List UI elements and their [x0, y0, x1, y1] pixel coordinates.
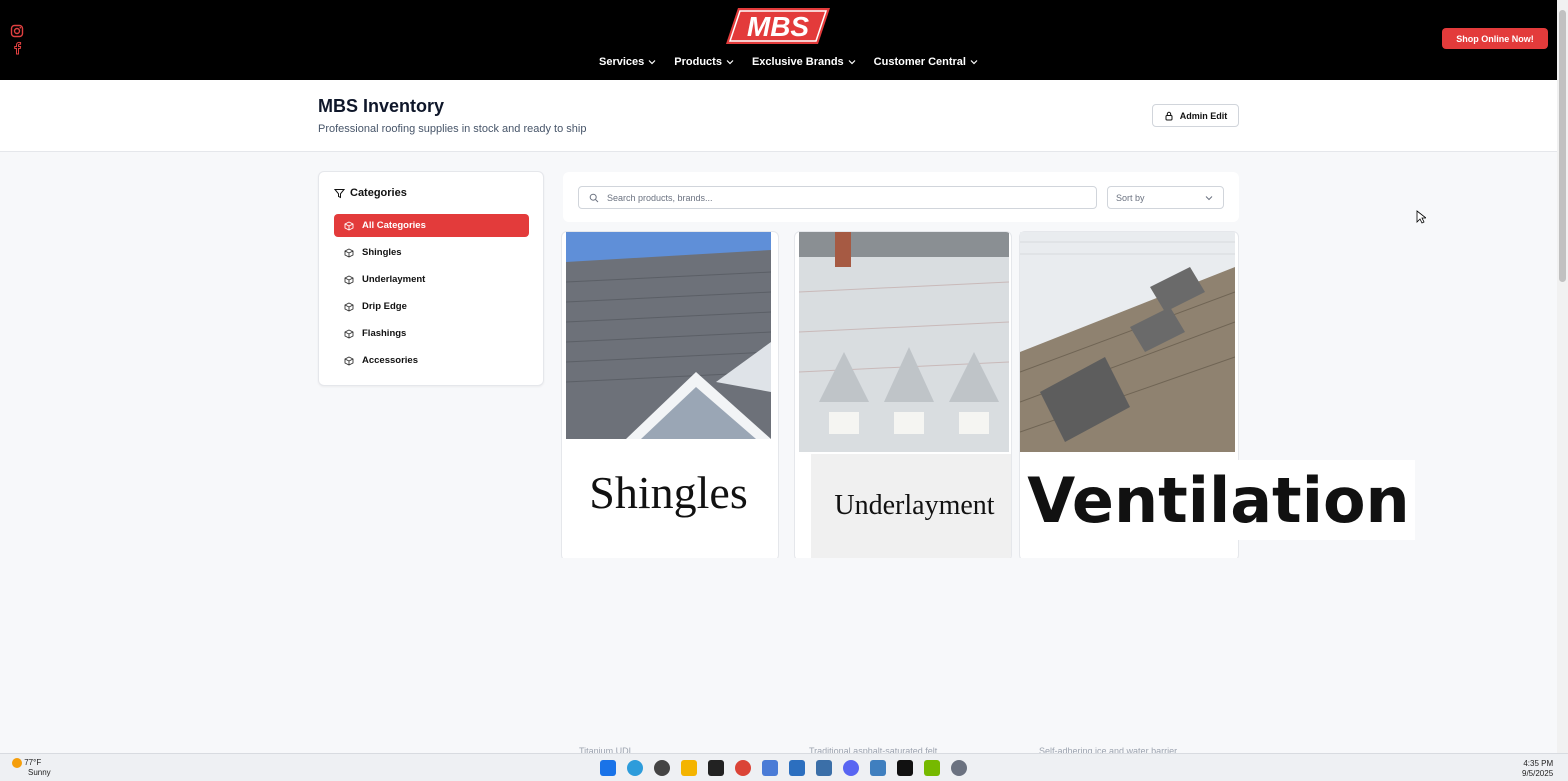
category-underlayment[interactable]: Underlayment	[334, 268, 529, 291]
overlay-label-underlayment: Underlayment	[811, 454, 1011, 558]
chevron-down-icon	[848, 60, 856, 65]
category-all[interactable]: All Categories	[334, 214, 529, 237]
admin-edit-button[interactable]: Admin Edit	[1152, 104, 1239, 127]
system-clock[interactable]: 4:35 PM 9/5/2025	[1522, 759, 1553, 779]
discord-icon[interactable]	[843, 760, 859, 776]
weather-widget[interactable]: 77°F Sunny	[12, 758, 51, 778]
settings-icon[interactable]	[951, 760, 967, 776]
overlay-label-ventilation: Ventilation	[1022, 460, 1415, 540]
instagram-icon[interactable]	[10, 24, 24, 38]
product-card[interactable]: Underlayment	[794, 231, 1012, 561]
ventilation-roof-photo	[1020, 232, 1235, 452]
package-icon	[344, 274, 354, 285]
app-icon[interactable]	[654, 760, 670, 776]
edge-browser-icon[interactable]	[627, 760, 643, 776]
terminal-icon[interactable]	[708, 760, 724, 776]
category-flashings[interactable]: Flashings	[334, 322, 529, 345]
page-header: MBS Inventory Professional roofing suppl…	[0, 80, 1557, 152]
package-icon	[344, 328, 354, 339]
overlay-label-shingles: Shingles	[566, 448, 771, 536]
capcut-icon[interactable]	[897, 760, 913, 776]
page-subtitle: Professional roofing supplies in stock a…	[318, 123, 587, 135]
os-taskbar: 77°F Sunny 4:35 PM 9/5/2025	[0, 753, 1568, 781]
nav-customer-central[interactable]: Customer Central	[874, 56, 978, 68]
category-list: All Categories Shingles Underlayment Dri…	[334, 214, 529, 376]
chevron-down-icon	[1205, 195, 1213, 200]
package-icon	[344, 301, 354, 312]
scroll-thumb[interactable]	[1559, 10, 1566, 282]
site-header: MBS Services Products Exclusive Brands C…	[0, 0, 1557, 80]
search-icon	[589, 193, 599, 202]
chevron-down-icon	[648, 60, 656, 65]
mouse-cursor-icon	[1416, 210, 1426, 224]
categories-panel: Categories All Categories Shingles Under…	[318, 171, 544, 386]
page-title: MBS Inventory	[318, 96, 445, 116]
nav-exclusive-brands[interactable]: Exclusive Brands	[752, 56, 856, 68]
package-icon	[344, 220, 354, 231]
search-input[interactable]: Search products, brands...	[578, 186, 1097, 209]
categories-heading: Categories	[334, 187, 407, 199]
photos-icon[interactable]	[870, 760, 886, 776]
product-card[interactable]: Ventilation	[1019, 231, 1415, 561]
sort-select[interactable]: Sort by	[1107, 186, 1224, 209]
chrome-icon[interactable]	[735, 760, 751, 776]
nav-services[interactable]: Services	[599, 56, 656, 68]
mail-icon[interactable]	[762, 760, 778, 776]
chevron-down-icon	[726, 60, 734, 65]
category-accessories[interactable]: Accessories	[334, 349, 529, 372]
main-nav: Services Products Exclusive Brands Custo…	[599, 56, 978, 68]
facebook-icon[interactable]	[10, 41, 24, 55]
mbs-logo[interactable]: MBS	[726, 6, 830, 46]
product-card[interactable]: Shingles	[561, 231, 779, 561]
sun-icon	[12, 758, 22, 768]
file-explorer-icon[interactable]	[681, 760, 697, 776]
filter-icon	[334, 188, 345, 198]
svg-text:MBS: MBS	[747, 11, 810, 42]
loading-overlay	[529, 558, 1335, 748]
category-drip-edge[interactable]: Drip Edge	[334, 295, 529, 318]
package-icon	[344, 247, 354, 258]
shingles-roof-photo	[566, 232, 771, 439]
notepad-icon[interactable]	[789, 760, 805, 776]
chevron-down-icon	[970, 60, 978, 65]
page-scrollbar[interactable]	[1557, 0, 1568, 753]
nvidia-icon[interactable]	[924, 760, 940, 776]
shop-online-button[interactable]: Shop Online Now!	[1442, 28, 1548, 49]
underlayment-roof-photo	[799, 232, 1009, 452]
lock-icon	[1165, 111, 1173, 120]
calculator-icon[interactable]	[816, 760, 832, 776]
start-icon[interactable]	[600, 760, 616, 776]
package-icon	[344, 355, 354, 366]
search-toolbar: Search products, brands... Sort by	[563, 172, 1239, 222]
nav-products[interactable]: Products	[674, 56, 734, 68]
category-shingles[interactable]: Shingles	[334, 241, 529, 264]
